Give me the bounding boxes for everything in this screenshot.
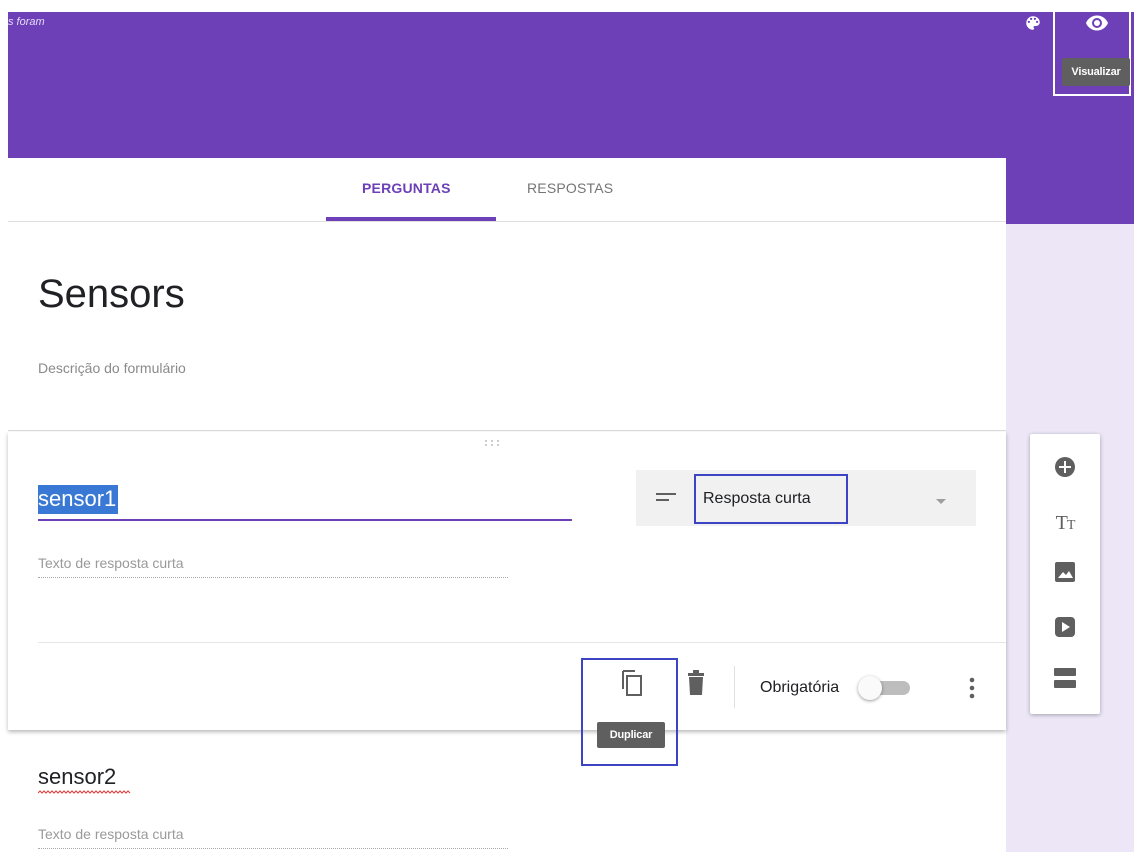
answer-placeholder-line (38, 577, 508, 578)
add-title-icon[interactable]: TT (1050, 508, 1080, 538)
question-footer-divider (38, 642, 1006, 643)
preview-tooltip: Visualizar (1062, 58, 1130, 86)
spellcheck-underline (38, 790, 131, 794)
add-title-glyph: T (1055, 511, 1068, 534)
add-image-icon[interactable] (1050, 557, 1080, 587)
add-section-icon[interactable] (1050, 663, 1080, 693)
answer-placeholder: Texto de resposta curta (38, 555, 184, 571)
form-title[interactable]: Sensors (38, 272, 185, 317)
add-video-icon[interactable] (1050, 612, 1080, 642)
add-title-glyph-small: T (1066, 517, 1076, 533)
question-title-wrap: sensor1 (38, 485, 119, 521)
question-2-title[interactable]: sensor2 (38, 764, 116, 790)
tab-questions[interactable]: PERGUNTAS (362, 180, 451, 196)
palette-icon[interactable] (1020, 10, 1046, 36)
drag-handle-icon[interactable] (483, 440, 503, 450)
duplicate-tooltip: Duplicar (597, 722, 665, 748)
tabs-divider (8, 221, 1006, 222)
forms-editor: s foram Visualizar PERGUNTAS RESPOSTAS S… (0, 0, 1134, 852)
required-label: Obrigatória (760, 679, 840, 696)
question-type-highlight[interactable]: Resposta curta (694, 474, 848, 524)
more-vert-icon[interactable] (962, 672, 982, 704)
question-title-underline (38, 519, 572, 521)
tab-responses[interactable]: RESPOSTAS (527, 180, 613, 196)
required-toggle[interactable] (858, 676, 912, 700)
trash-icon[interactable] (684, 668, 708, 698)
header-cutoff-text: s foram (8, 16, 45, 28)
side-header-strip (1006, 158, 1134, 224)
footer-separator (734, 666, 735, 708)
add-question-icon[interactable] (1050, 452, 1080, 482)
question-2-answer-line (38, 848, 508, 849)
question-2-answer-placeholder: Texto de resposta curta (38, 826, 184, 842)
form-description-field[interactable]: Descrição do formulário (38, 360, 186, 376)
title-card-divider (8, 430, 1006, 431)
eye-icon[interactable] (1082, 8, 1112, 38)
question-type-label: Resposta curta (703, 490, 811, 507)
question-title-input[interactable]: sensor1 (38, 485, 119, 514)
form-header-banner (8, 12, 1134, 158)
toggle-knob (858, 676, 882, 700)
short-text-icon (656, 490, 678, 506)
chevron-down-icon[interactable] (934, 494, 948, 504)
duplicate-icon[interactable] (616, 666, 646, 700)
